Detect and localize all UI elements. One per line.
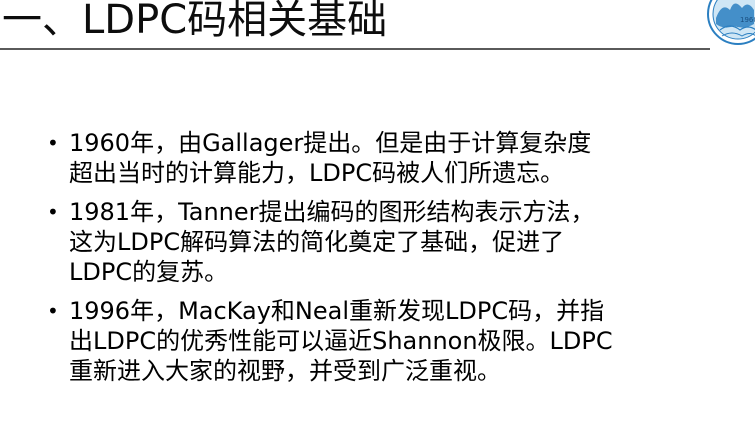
bullet-item-1996: • 1996年，MacKay和Neal重新发现LDPC码，并指 出LDPC的优秀… xyxy=(0,296,740,386)
logo-year: 1960 xyxy=(740,16,755,24)
bullet-item-1960: • 1960年，由Gallager提出。但是由于计算复杂度 超出当时的计算能力，… xyxy=(0,128,740,188)
bullet-line: LDPC的复苏。 xyxy=(69,258,229,286)
bullet-line: 出LDPC的优秀性能可以逼近Shannon极限。LDPC xyxy=(69,327,613,355)
bullet-line: 超出当时的计算能力，LDPC码被人们所遗忘。 xyxy=(69,159,565,187)
university-logo: 1960 xyxy=(704,0,755,48)
title-divider xyxy=(0,48,710,50)
slide-title: 一、LDPC码相关基础 xyxy=(2,0,388,43)
bullet-dot: • xyxy=(47,200,59,224)
bullet-line: 1996年，MacKay和Neal重新发现LDPC码，并指 xyxy=(69,297,605,325)
bullet-list: • 1960年，由Gallager提出。但是由于计算复杂度 超出当时的计算能力，… xyxy=(0,128,740,395)
bullet-dot: • xyxy=(47,131,59,155)
bullet-item-1981: • 1981年，Tanner提出编码的图形结构表示方法， 这为LDPC解码算法的… xyxy=(0,197,740,287)
bullet-line: 1960年，由Gallager提出。但是由于计算复杂度 xyxy=(69,129,592,157)
bullet-line: 重新进入大家的视野，并受到广泛重视。 xyxy=(69,357,501,385)
bullet-line: 这为LDPC解码算法的简化奠定了基础，促进了 xyxy=(69,228,565,256)
bullet-dot: • xyxy=(47,299,59,323)
bullet-line: 1981年，Tanner提出编码的图形结构表示方法， xyxy=(69,198,595,226)
